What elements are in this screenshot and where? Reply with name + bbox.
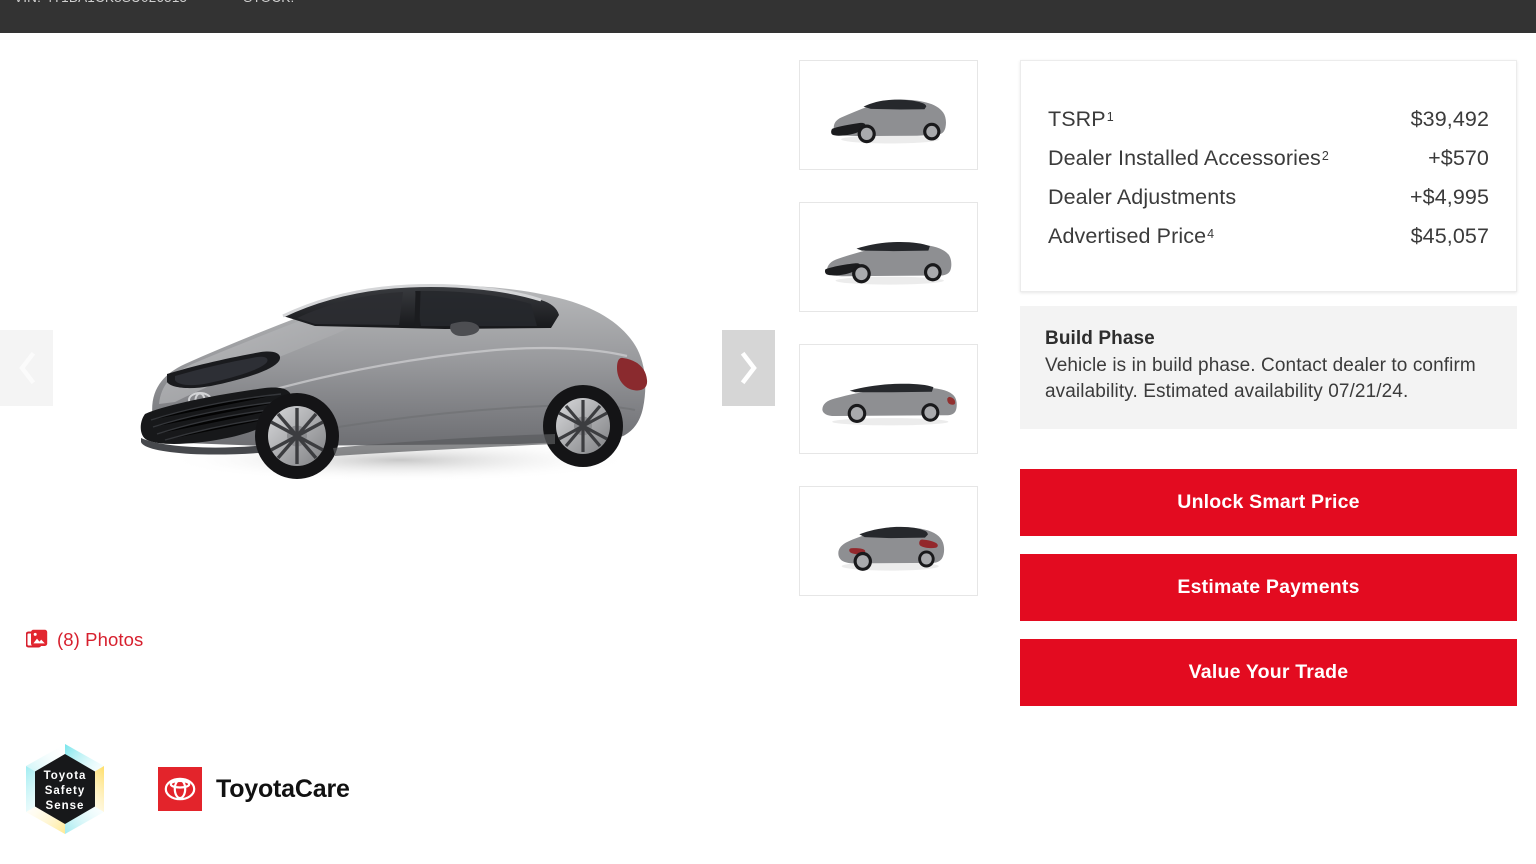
pricing-row-dealer-installed-accessories: Dealer Installed Accessories2 +$570 xyxy=(1048,140,1489,179)
toyotacare-badge: ToyotaCare xyxy=(158,767,350,811)
camry-thumb-front-side xyxy=(824,241,952,285)
toyota-emblem-icon xyxy=(164,777,196,801)
footnote-marker: 2 xyxy=(1321,149,1329,163)
camry-thumb-rear-three-quarter xyxy=(837,526,944,571)
chevron-right-icon xyxy=(740,351,757,385)
stock-text: STOCK: xyxy=(243,0,294,5)
camry-thumb-front-three-quarter xyxy=(830,99,946,144)
thumbnail-item[interactable] xyxy=(799,344,978,454)
camry-thumb-side-profile xyxy=(821,383,957,426)
pricing-label: Dealer Installed Accessories2 xyxy=(1048,146,1329,170)
pricing-label: Dealer Adjustments xyxy=(1048,185,1237,209)
unlock-smart-price-button[interactable]: Unlock Smart Price xyxy=(1020,469,1517,536)
footnote-marker: 1 xyxy=(1106,110,1114,124)
svg-text:Toyota: Toyota xyxy=(44,770,87,782)
gallery-next-button[interactable] xyxy=(722,330,775,406)
build-phase-text: Vehicle is in build phase. Contact deale… xyxy=(1045,355,1476,402)
pricing-label: Advertised Price4 xyxy=(1048,224,1215,248)
vehicle-identifier-bar: VIN: 4T1BA1CK8SU026515 STOCK: xyxy=(0,0,1536,33)
vehicle-feature-badges: Toyota Safety Sense ToyotaCare xyxy=(0,742,350,836)
vehicle-gallery: (8) Photos xyxy=(0,33,790,733)
svg-text:Sense: Sense xyxy=(46,800,85,812)
build-phase-title: Build Phase xyxy=(1045,328,1155,349)
thumbnail-item[interactable] xyxy=(799,60,978,170)
hero-image[interactable] xyxy=(0,33,790,673)
photo-stack-icon xyxy=(26,629,48,648)
toyotacare-wordmark: ToyotaCare xyxy=(216,774,350,803)
toyota-safety-sense-badge: Toyota Safety Sense xyxy=(18,742,112,836)
gallery-prev-button[interactable] xyxy=(0,330,53,406)
pricing-row-tsrp: TSRP1 $39,492 xyxy=(1048,101,1489,140)
build-phase-notice: Build Phase Vehicle is in build phase. C… xyxy=(1020,306,1517,429)
pricing-value: $39,492 xyxy=(1410,107,1489,131)
footnote-marker: 4 xyxy=(1207,227,1215,241)
pricing-value: +$4,995 xyxy=(1409,185,1489,209)
toyota-logo-icon xyxy=(158,767,202,811)
value-your-trade-button[interactable]: Value Your Trade xyxy=(1020,639,1517,706)
thumbnail-item[interactable] xyxy=(799,202,978,312)
vehicle-detail-page: VIN: 4T1BA1CK8SU026515 STOCK: xyxy=(0,0,1536,864)
photos-count-link[interactable]: (8) Photos xyxy=(26,629,143,651)
thumbnail-strip xyxy=(799,60,979,596)
photos-count-label: (8) Photos xyxy=(57,629,144,650)
camry-hero-illustration xyxy=(140,284,648,482)
pricing-row-dealer-adjustments: Dealer Adjustments +$4,995 xyxy=(1048,179,1489,218)
svg-text:Safety: Safety xyxy=(45,785,86,797)
thumbnail-item[interactable] xyxy=(799,486,978,596)
vehicle-pricing-rail: TSRP1 $39,492 Dealer Installed Accessori… xyxy=(1020,60,1517,706)
pricing-card: TSRP1 $39,492 Dealer Installed Accessori… xyxy=(1020,60,1517,292)
chevron-left-icon xyxy=(18,351,35,385)
toyota-safety-sense-icon: Toyota Safety Sense xyxy=(26,744,104,834)
estimate-payments-button[interactable]: Estimate Payments xyxy=(1020,554,1517,621)
pricing-row-advertised-price: Advertised Price4 $45,057 xyxy=(1048,218,1489,257)
pricing-label: TSRP1 xyxy=(1048,107,1114,131)
vin-text: VIN: 4T1BA1CK8SU026515 xyxy=(14,0,187,5)
pricing-value: +$570 xyxy=(1428,146,1489,170)
pricing-value: $45,057 xyxy=(1410,224,1489,248)
